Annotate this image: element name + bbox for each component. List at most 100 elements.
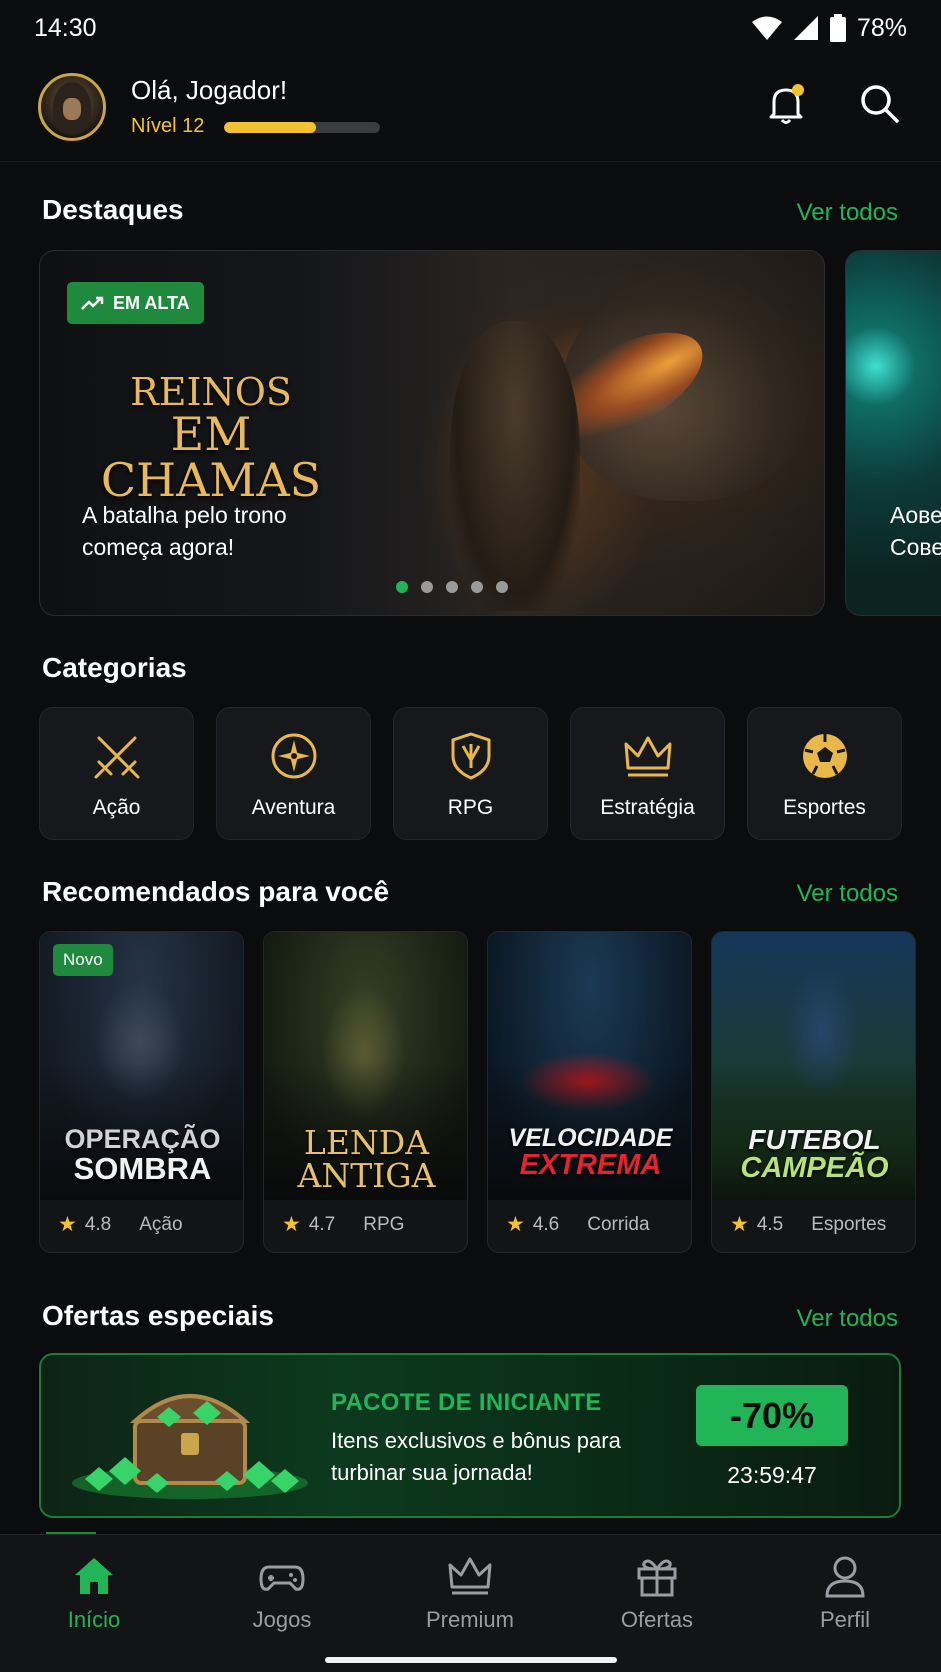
nav-offers[interactable]: Ofertas (587, 1553, 727, 1633)
avatar[interactable] (38, 73, 106, 141)
category-label: Ação (92, 796, 141, 819)
next-featured-banner[interactable]: Aове Cове (845, 250, 941, 616)
category-label: Esportes (783, 796, 866, 819)
categories-section-title: Categorias (42, 652, 187, 683)
recommended-section-title: Recomendados para você (42, 876, 390, 907)
home-icon (75, 1558, 113, 1594)
game-card-title: VELOCIDADE EXTREMA (508, 1124, 673, 1181)
crown-icon (624, 736, 671, 777)
game-genre: Corrida (587, 1213, 650, 1235)
featured-title-line1: REINOS (130, 370, 292, 414)
status-icons: 78% (751, 14, 907, 43)
carousel-dot[interactable] (496, 581, 508, 593)
battery-percent: 78% (856, 13, 907, 42)
recommended-see-all-link[interactable]: Ver todos (797, 880, 898, 908)
trending-badge: EM ALTA (67, 282, 204, 324)
game-card-title: OPERAÇÃO SOMBRA (64, 1124, 221, 1186)
game-card[interactable]: LENDA ANTIGA ★ 4.7 RPG (263, 931, 468, 1253)
discount-badge: -70% (696, 1385, 848, 1446)
category-label: RPG (447, 796, 494, 819)
nav-home-label: Início (67, 1607, 121, 1632)
carousel-pagination[interactable] (396, 581, 508, 593)
knight-illustration (450, 321, 580, 611)
trending-badge-label: EM ALTA (113, 292, 190, 313)
nav-games-label: Jogos (252, 1607, 312, 1632)
status-bar: 14:30 78% (0, 0, 941, 56)
wifi-icon (751, 16, 782, 40)
game-rating: 4.8 (84, 1213, 112, 1235)
nav-profile-label: Perfil (819, 1607, 871, 1632)
game-rating: 4.6 (532, 1213, 560, 1235)
category-rpg[interactable]: RPG (393, 707, 548, 840)
game-card-meta: ★ 4.7 RPG (282, 1212, 404, 1237)
nav-games[interactable]: Jogos (212, 1553, 352, 1633)
bell-icon[interactable] (766, 82, 806, 126)
game-card[interactable]: FUTEBOL CAMPEÃO ★ 4.5 Esportes (711, 931, 916, 1253)
special-offer-card[interactable]: PACOTE DE INICIANTE Itens exclusivos e b… (39, 1353, 901, 1518)
star-icon: ★ (58, 1213, 77, 1236)
new-badge: Novo (53, 944, 113, 976)
compass-icon (271, 733, 316, 779)
crossed-swords-icon (94, 736, 139, 779)
gift-icon (637, 1559, 677, 1597)
home-indicator (325, 1657, 617, 1663)
battery-icon (829, 14, 846, 42)
level-progress-fill (224, 122, 317, 133)
featured-banner[interactable]: EM ALTA REINOS EM CHAMAS A batalha pelo … (39, 250, 825, 616)
top-header: Olá, Jogador! Nível 12 (0, 60, 941, 162)
shield-icon (451, 732, 490, 780)
star-icon: ★ (506, 1213, 525, 1236)
game-genre: Esportes (811, 1213, 887, 1235)
game-card[interactable]: VELOCIDADE EXTREMA ★ 4.6 Corrida (487, 931, 692, 1253)
nav-profile[interactable]: Perfil (775, 1553, 915, 1633)
carousel-dot[interactable] (396, 581, 408, 593)
featured-see-all-link[interactable]: Ver todos (797, 199, 898, 227)
category-strategy[interactable]: Estratégia (570, 707, 725, 840)
featured-description: A batalha pelo trono começa agora! (82, 502, 287, 561)
signal-icon (793, 16, 818, 40)
recommended-row: Novo OPERAÇÃO SOMBRA ★ 4.8 Ação LENDA AN… (39, 931, 916, 1253)
star-icon: ★ (730, 1213, 749, 1236)
nav-home[interactable]: Início (24, 1553, 164, 1633)
offer-description: Itens exclusivos e bônus para turbinar s… (331, 1428, 621, 1485)
offers-section-title: Ofertas especiais (42, 1300, 274, 1331)
category-label: Aventura (251, 796, 336, 819)
carousel-dot[interactable] (421, 581, 433, 593)
trending-up-icon (81, 296, 104, 310)
category-adventure[interactable]: Aventura (216, 707, 371, 840)
game-card-meta: ★ 4.5 Esportes (730, 1212, 886, 1237)
next-banner-text: Aове Cове (890, 502, 941, 561)
status-time: 14:30 (34, 13, 97, 42)
treasure-chest-icon (72, 1394, 308, 1499)
crown-icon (448, 1557, 492, 1595)
categories-row: Ação Aventura RPG Estratégia Esportes (39, 707, 902, 840)
level-label: Nível 12 (131, 115, 205, 137)
game-card-title: LENDA ANTIGA (297, 1123, 436, 1195)
nav-offers-label: Ofertas (620, 1607, 694, 1632)
nav-premium[interactable]: Premium (400, 1553, 540, 1633)
category-action[interactable]: Ação (39, 707, 194, 840)
game-rating: 4.5 (756, 1213, 784, 1235)
greeting: Olá, Jogador! (131, 75, 288, 105)
game-card[interactable]: Novo OPERAÇÃO SOMBRA ★ 4.8 Ação (39, 931, 244, 1253)
featured-title-line2: EM CHAMAS (100, 407, 322, 507)
level-progress-bar (224, 122, 380, 133)
game-genre: RPG (363, 1213, 405, 1235)
featured-section-title: Destaques (42, 194, 184, 225)
carousel-dot[interactable] (471, 581, 483, 593)
soccer-ball-icon (802, 734, 847, 778)
game-rating: 4.7 (308, 1213, 336, 1235)
category-label: Estratégia (600, 796, 695, 819)
search-icon[interactable] (858, 82, 900, 124)
nav-premium-label: Premium (425, 1607, 514, 1632)
game-card-meta: ★ 4.6 Corrida (506, 1212, 650, 1237)
featured-game-title: REINOS EM CHAMAS (66, 373, 356, 503)
category-sports[interactable]: Esportes (747, 707, 902, 840)
game-card-title: FUTEBOL CAMPEÃO (740, 1124, 889, 1184)
carousel-dot[interactable] (446, 581, 458, 593)
star-icon: ★ (282, 1213, 301, 1236)
notification-dot (792, 84, 804, 96)
game-card-meta: ★ 4.8 Ação (58, 1212, 183, 1237)
offers-see-all-link[interactable]: Ver todos (797, 1305, 898, 1333)
offer-countdown: 23:59:47 (727, 1462, 817, 1488)
